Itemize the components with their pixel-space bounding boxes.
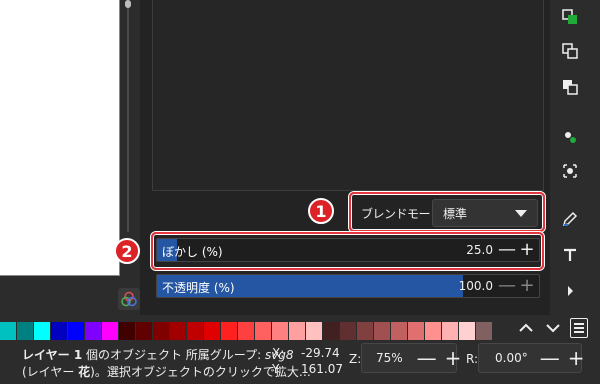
object-list-area[interactable] bbox=[152, 0, 544, 191]
palette-menu-icon[interactable] bbox=[570, 318, 588, 338]
palette-swatch[interactable] bbox=[289, 322, 306, 340]
blend-mode-select[interactable]: 標準 bbox=[432, 199, 538, 227]
x-coordinate-label: X: bbox=[272, 346, 285, 360]
blur-label: ぼかし (%) bbox=[162, 245, 223, 259]
palette-swatch[interactable] bbox=[391, 322, 408, 340]
inkscape-window: 1 ブレンドモード: 標準 2 ぼかし (%) 25.0 — + 不透明度 (%… bbox=[0, 0, 600, 384]
palette-swatch[interactable] bbox=[340, 322, 357, 340]
layer-lower-icon[interactable] bbox=[559, 76, 581, 98]
palette-swatch[interactable] bbox=[272, 322, 289, 340]
opacity-label: 不透明度 (%) bbox=[162, 281, 235, 295]
opacity-value: 100.0 bbox=[458, 279, 493, 293]
palette-swatch[interactable] bbox=[17, 322, 34, 340]
opacity-increase-button[interactable]: + bbox=[517, 276, 537, 296]
palette-swatch[interactable] bbox=[85, 322, 102, 340]
status-message-line1: レイヤー 1 個のオブジェクト 所属グループ: svg8 bbox=[22, 346, 294, 363]
palette-swatch[interactable] bbox=[255, 322, 272, 340]
y-coordinate-value: 161.07 bbox=[301, 362, 343, 376]
blend-mode-value: 標準 bbox=[443, 206, 468, 221]
palette-swatch[interactable] bbox=[136, 322, 153, 340]
scrollbar-track[interactable] bbox=[127, 8, 129, 232]
text-tool-icon[interactable] bbox=[559, 244, 581, 266]
layer-raise-icon[interactable] bbox=[559, 6, 581, 28]
zoom-value: 75% bbox=[376, 351, 403, 365]
palette-swatch[interactable] bbox=[442, 322, 459, 340]
color-palette bbox=[0, 322, 493, 340]
canvas-page[interactable] bbox=[0, 0, 120, 276]
palette-swatch[interactable] bbox=[68, 322, 85, 340]
palette-swatch[interactable] bbox=[51, 322, 68, 340]
palette-swatch[interactable] bbox=[374, 322, 391, 340]
pen-icon[interactable] bbox=[559, 208, 581, 230]
status-message-line2: (レイヤー 花)。選択オブジェクトのクリックで拡大… bbox=[22, 363, 311, 380]
status-objects-text: 個のオブジェクト 所属グループ: bbox=[82, 348, 265, 362]
scrollbar-thumb[interactable] bbox=[125, 0, 131, 8]
callout-badge-2: 2 bbox=[114, 238, 140, 264]
node-select-icon[interactable] bbox=[559, 126, 581, 148]
more-arrow-icon[interactable] bbox=[559, 280, 581, 302]
vertical-scrollbar[interactable] bbox=[123, 0, 133, 232]
palette-swatch[interactable] bbox=[119, 322, 136, 340]
zoom-label: Z: bbox=[349, 352, 362, 366]
palette-swatch[interactable] bbox=[459, 322, 476, 340]
chevron-down-icon bbox=[515, 210, 527, 217]
status-line2-prefix: (レイヤー bbox=[22, 365, 79, 379]
palette-swatch[interactable] bbox=[170, 322, 187, 340]
object-select-icon[interactable] bbox=[559, 160, 581, 182]
rotate-ccw-button[interactable]: — bbox=[540, 348, 560, 368]
rotation-value: 0.00° bbox=[495, 351, 528, 365]
palette-swatch[interactable] bbox=[323, 322, 340, 340]
rotate-cw-button[interactable]: + bbox=[568, 348, 585, 368]
palette-swatch[interactable] bbox=[357, 322, 374, 340]
palette-swatch[interactable] bbox=[153, 322, 170, 340]
palette-swatch[interactable] bbox=[306, 322, 323, 340]
x-coordinate-value: -29.74 bbox=[301, 346, 340, 360]
layer-duplicate-icon[interactable] bbox=[559, 40, 581, 62]
palette-swatch[interactable] bbox=[408, 322, 425, 340]
palette-swatch[interactable] bbox=[187, 322, 204, 340]
zoom-out-button[interactable]: — bbox=[417, 348, 437, 368]
status-line2-layer: 花 bbox=[78, 365, 91, 379]
palette-scroll-up-icon[interactable] bbox=[515, 318, 537, 338]
palette-swatch[interactable] bbox=[238, 322, 255, 340]
rotation-label: R: bbox=[466, 352, 479, 366]
y-coordinate-label: Y: bbox=[272, 362, 282, 376]
blur-decrease-button[interactable]: — bbox=[497, 240, 517, 260]
color-management-icon[interactable] bbox=[118, 288, 140, 310]
zoom-field[interactable]: 75% — + bbox=[361, 343, 461, 373]
opacity-decrease-button[interactable]: — bbox=[497, 276, 517, 296]
palette-swatch[interactable] bbox=[34, 322, 51, 340]
palette-swatch[interactable] bbox=[476, 322, 493, 340]
callout-badge-1: 1 bbox=[308, 198, 334, 224]
palette-scroll-down-icon[interactable] bbox=[542, 318, 564, 338]
zoom-in-button[interactable]: + bbox=[445, 348, 462, 368]
opacity-slider[interactable]: 不透明度 (%) 100.0 — + bbox=[156, 274, 540, 298]
status-layer-name: レイヤー 1 bbox=[22, 348, 83, 362]
blur-slider[interactable]: ぼかし (%) 25.0 — + bbox=[156, 238, 540, 262]
palette-swatch[interactable] bbox=[102, 322, 119, 340]
blur-increase-button[interactable]: + bbox=[517, 240, 537, 260]
blur-value: 25.0 bbox=[466, 243, 493, 257]
palette-swatch[interactable] bbox=[204, 322, 221, 340]
palette-swatch[interactable] bbox=[221, 322, 238, 340]
canvas[interactable] bbox=[0, 0, 120, 283]
rotation-field[interactable]: 0.00° — + bbox=[478, 343, 585, 373]
palette-swatch[interactable] bbox=[0, 322, 17, 340]
palette-swatch[interactable] bbox=[425, 322, 442, 340]
